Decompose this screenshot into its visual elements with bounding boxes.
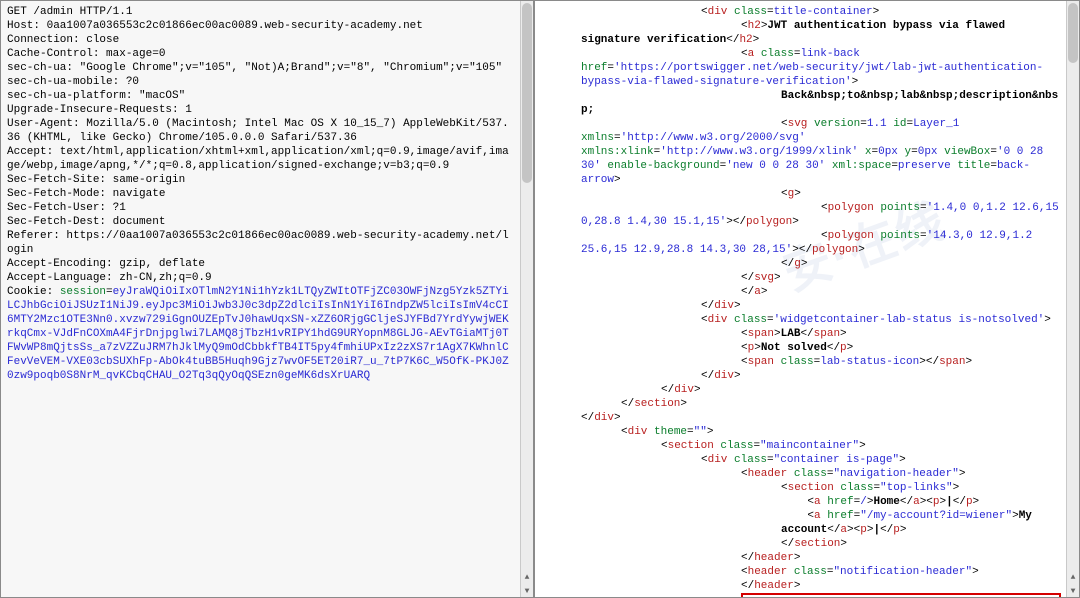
response-pane: 安·在线 <div class=title-container> <h2>JWT…: [534, 0, 1080, 598]
right-scroll-thumb[interactable]: [1068, 3, 1078, 63]
left-scrollbar[interactable]: ▲▼: [520, 1, 533, 597]
lab-status: Not solved: [761, 342, 827, 354]
request-pane: GET /admin HTTP/1.1 Host: 0aa1007a036553…: [0, 0, 534, 598]
request-headers: Host: 0aa1007a036553c2c01866ec00ac0089.w…: [7, 20, 509, 298]
request-text[interactable]: GET /admin HTTP/1.1 Host: 0aa1007a036553…: [1, 1, 521, 597]
split-view: GET /admin HTTP/1.1 Host: 0aa1007a036553…: [0, 0, 1080, 598]
request-line: GET /admin HTTP/1.1: [7, 6, 132, 18]
right-scrollbar[interactable]: ▲▼: [1066, 1, 1079, 597]
link-back-href: 'https://portswigger.net/web-security/jw…: [581, 62, 1043, 88]
session-token[interactable]: eyJraWQiOiIxOTlmN2Y1Ni1hYzk1LTQyZWItOTFj…: [7, 286, 509, 382]
left-scroll-thumb[interactable]: [522, 3, 532, 183]
scroll-arrows-icon: ▲▼: [523, 575, 531, 595]
scroll-arrows-icon: ▲▼: [1069, 575, 1077, 595]
cookie-name: session: [60, 286, 106, 298]
admin-message: Admin interface only available if logged…: [741, 593, 1061, 598]
response-text[interactable]: <div class=title-container> <h2>JWT auth…: [535, 1, 1067, 597]
